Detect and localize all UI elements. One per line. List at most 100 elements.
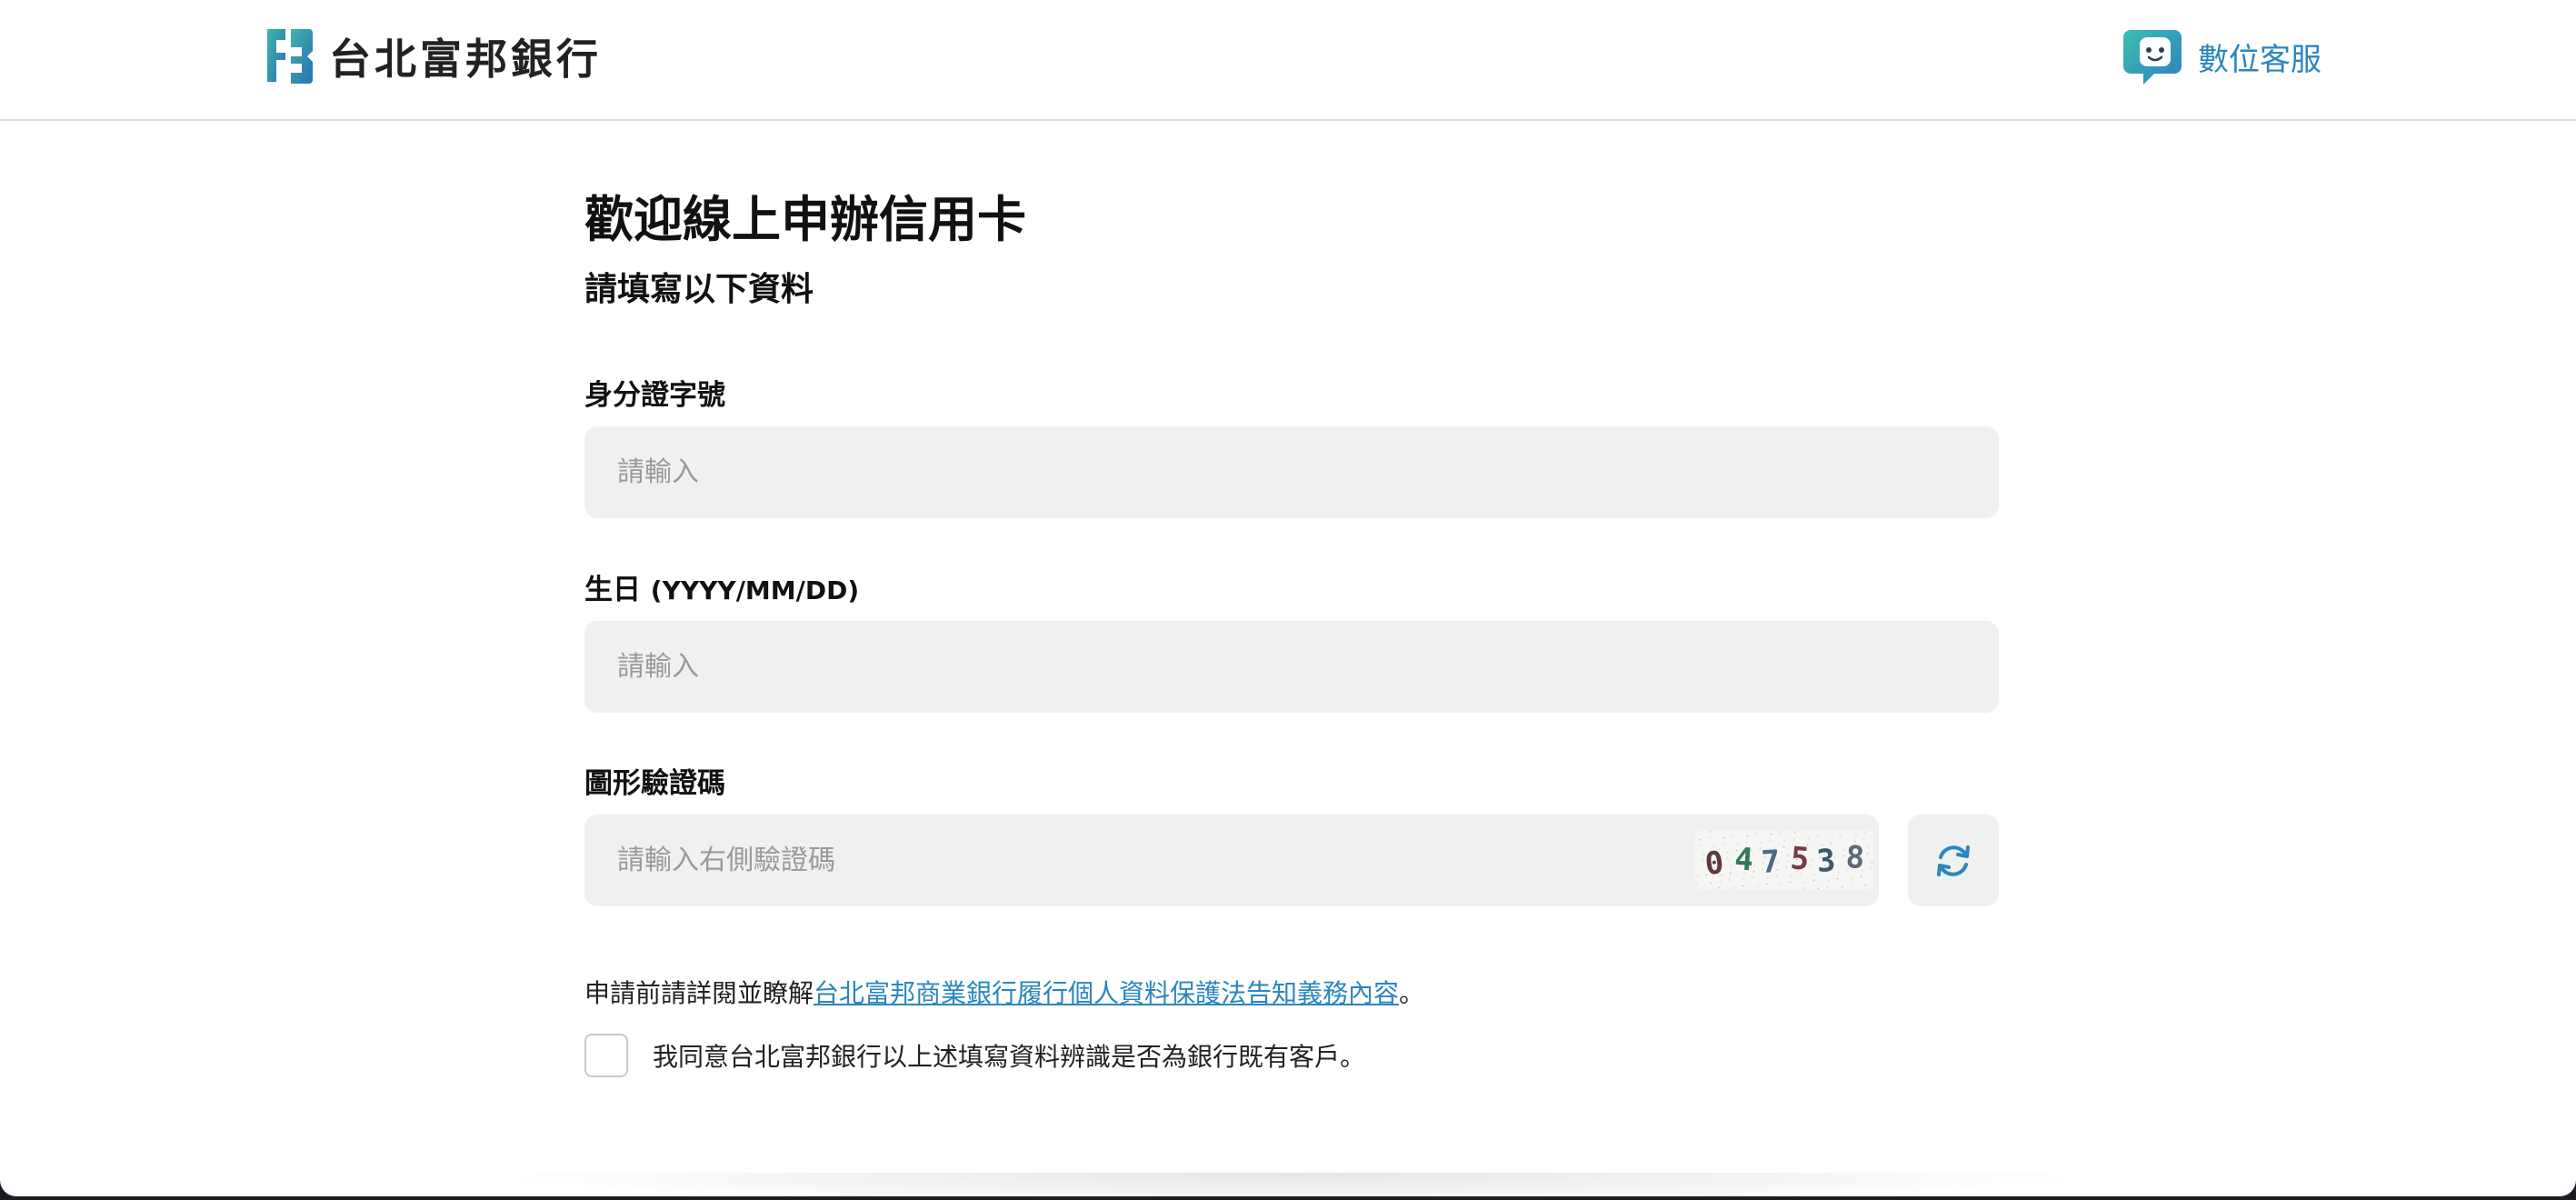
id-number-label: 身分證字號 [584,379,725,412]
digital-support-button[interactable]: 數位客服 [2122,24,2321,89]
captcha-noise-dot [1722,843,1724,845]
captcha-noise-dot [1871,861,1873,864]
refresh-icon [1937,845,1970,876]
privacy-notice: 申請前請詳閱並瞭解台北富邦商業銀行履行個人資料保護法告知義務內容。 [584,974,1424,1010]
captcha-noise-dot [1850,884,1852,886]
captcha-noise-dot [1698,845,1701,847]
captcha-noise-dot [1718,886,1721,889]
captcha-noise-dot [1787,854,1790,856]
captcha-noise-dot [1769,839,1772,842]
captcha-noise-dot [1817,887,1820,889]
captcha-noise-dot [1782,845,1785,848]
captcha-char: 3 [1815,843,1836,880]
captcha-char: 7 [1761,844,1782,881]
captcha-noise-dot [1783,839,1786,842]
captcha-noise-dot [1867,846,1870,849]
captcha-noise-dot [1837,871,1840,874]
captcha-noise-dot [1813,873,1816,875]
captcha-noise-dot [1840,834,1842,836]
captcha-noise-dot [1809,865,1812,867]
captcha-noise-dot [1864,884,1867,886]
captcha-noise-dot [1816,835,1819,838]
captcha-noise-dot [1866,853,1869,855]
captcha-noise-dot [1810,858,1812,861]
captcha-noise-dot [1831,835,1833,838]
captcha-noise-dot [1756,885,1759,887]
birthday-label-text: 生日 [584,574,641,606]
captcha-noise-dot [1836,877,1839,880]
agreement-label: 我同意台北富邦銀行以上述填寫資料辨識是否為銀行既有客戶。 [653,1042,1366,1072]
captcha-noise-dot [1792,837,1795,840]
captcha-noise-dot [1730,865,1732,868]
captcha-noise-dot [1780,883,1782,885]
support-label: 數位客服 [2198,41,2321,78]
fubon-logo-icon [267,29,313,84]
captcha-noise-dot [1789,881,1792,884]
captcha-noise-dot [1699,838,1702,841]
captcha-label: 圖形驗證碼 [584,767,725,800]
captcha-noise-dot [1863,832,1866,835]
captcha-noise-dot [1765,883,1768,885]
captcha-noise-dot [1695,882,1698,885]
captcha-noise-dot [1760,841,1762,844]
captcha-input[interactable] [584,815,1879,906]
agreement-checkbox[interactable] [584,1034,628,1077]
captcha-noise-dot [1695,831,1697,833]
captcha-noise-dot [1696,875,1699,878]
captcha-noise-dot [1841,885,1843,888]
bank-logo[interactable]: 台北富邦銀行 [262,27,602,85]
agreement-row: 我同意台北富邦銀行以上述填寫資料辨識是否為銀行既有客戶。 [584,1034,1365,1077]
captcha-noise-dot [1742,885,1744,887]
captcha-noise-dot [1708,836,1711,839]
captcha-noise-dot [1770,833,1772,835]
bank-name: 台北富邦銀行 [329,35,602,84]
id-number-input[interactable] [584,426,1999,518]
birthday-input[interactable] [584,621,1999,713]
captcha-noise-dot [1786,860,1789,863]
privacy-policy-link[interactable]: 台北富邦商業銀行履行個人資料保護法告知義務內容 [814,978,1399,1008]
captcha-char: 0 [1703,845,1726,883]
page-title: 歡迎線上申辦信用卡 [584,191,1026,248]
captcha-char: 5 [1789,840,1811,878]
captcha-noise-dot [1752,876,1754,879]
captcha-noise-dot [1755,833,1758,835]
captcha-noise-dot [1709,831,1712,833]
captcha-noise-dot [1725,857,1728,860]
captcha-refresh-button[interactable] [1908,815,1999,906]
page-subtitle: 請填寫以下資料 [584,271,814,308]
captcha-noise-dot [1803,881,1806,884]
privacy-notice-suffix: 。 [1399,978,1425,1008]
captcha-noise-dot [1827,879,1830,882]
captcha-noise-dot [1729,872,1732,875]
captcha-noise-dot [1746,835,1749,837]
captcha-row: 047538 [584,815,1999,906]
birthday-label: 生日 (YYYY/MM/DD) [584,566,859,607]
chatbot-face-icon [2123,30,2182,85]
captcha-noise-dot [1854,834,1857,836]
captcha-noise-dot [1802,887,1805,889]
page: 台北富邦銀行 數位客服 歡迎線上申辦信用卡 請填寫以下資料 身分證字號 請輸入 … [0,0,2576,1196]
captcha-image: 047538 [1695,831,1873,889]
birthday-format-hint: (YYYY/MM/DD) [650,575,860,605]
captcha-noise-dot [1793,831,1796,834]
captcha-noise-dot [1807,837,1810,840]
privacy-notice-prefix: 申請前請詳閱並瞭解 [584,978,814,1008]
captcha-noise-dot [1842,855,1845,857]
captcha-noise-dot [1732,886,1735,889]
captcha-noise-dot [1851,877,1853,880]
captcha-noise-dot [1779,831,1782,834]
captcha-noise-dot [1870,867,1872,870]
header: 台北富邦銀行 數位客服 [0,0,2576,121]
captcha-noise-dot [1728,878,1731,881]
captcha-char: 8 [1845,839,1866,876]
captcha-noise-dot [1722,836,1725,839]
captcha-noise-dot [1702,859,1704,862]
captcha-noise-dot [1785,866,1788,869]
captcha-char: 4 [1733,841,1754,878]
captcha-noise-dot [1826,885,1829,888]
captcha-noise-dot [1742,878,1745,881]
captcha-noise-dot [1812,879,1815,882]
bottom-shadow [473,1173,2109,1196]
captcha-noise-dot [1732,835,1734,837]
captcha-noise-dot [1752,870,1755,873]
